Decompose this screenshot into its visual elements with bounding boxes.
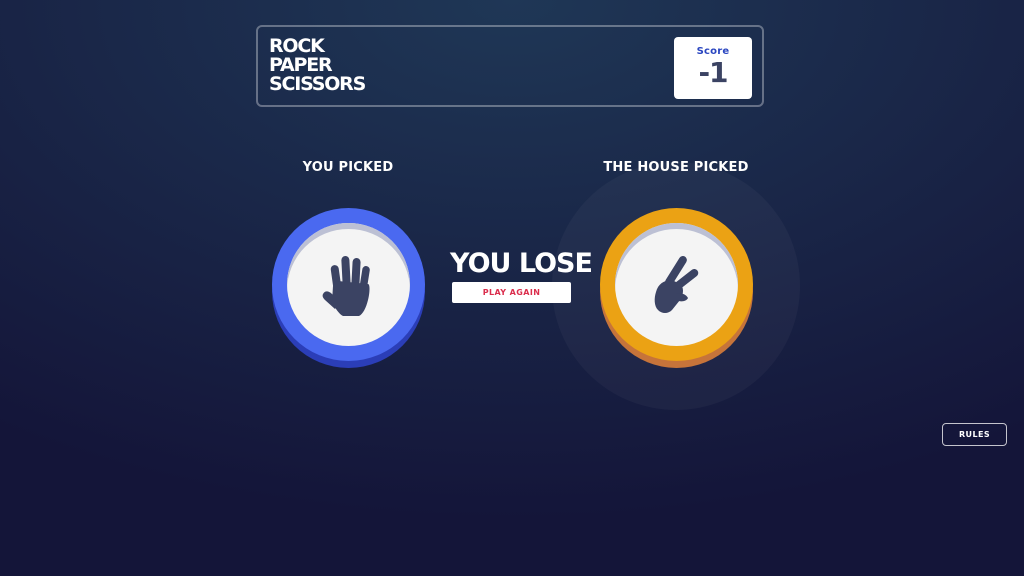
result-panel: YOU LOSE PLAY AGAIN	[450, 247, 593, 303]
score-box: Score -1	[674, 37, 752, 99]
paper-token-face	[287, 223, 410, 346]
game-logo: ROCK PAPER SCISSORS	[269, 37, 366, 95]
hand-scissors-icon	[654, 255, 698, 313]
house-choice-scissors	[600, 208, 753, 368]
rules-button[interactable]: RULES	[942, 423, 1007, 446]
player-choice-paper	[272, 208, 425, 368]
scissors-token-face	[615, 223, 738, 346]
logo-line-scissors: SCISSORS	[269, 73, 366, 95]
player-pick-label: YOU PICKED	[302, 160, 394, 175]
hand-paper-icon	[322, 255, 370, 316]
result-text: YOU LOSE	[450, 248, 593, 279]
game-header: ROCK PAPER SCISSORS Score -1	[256, 25, 764, 107]
play-again-button[interactable]: PLAY AGAIN	[452, 282, 571, 303]
score-value: -1	[698, 56, 728, 89]
